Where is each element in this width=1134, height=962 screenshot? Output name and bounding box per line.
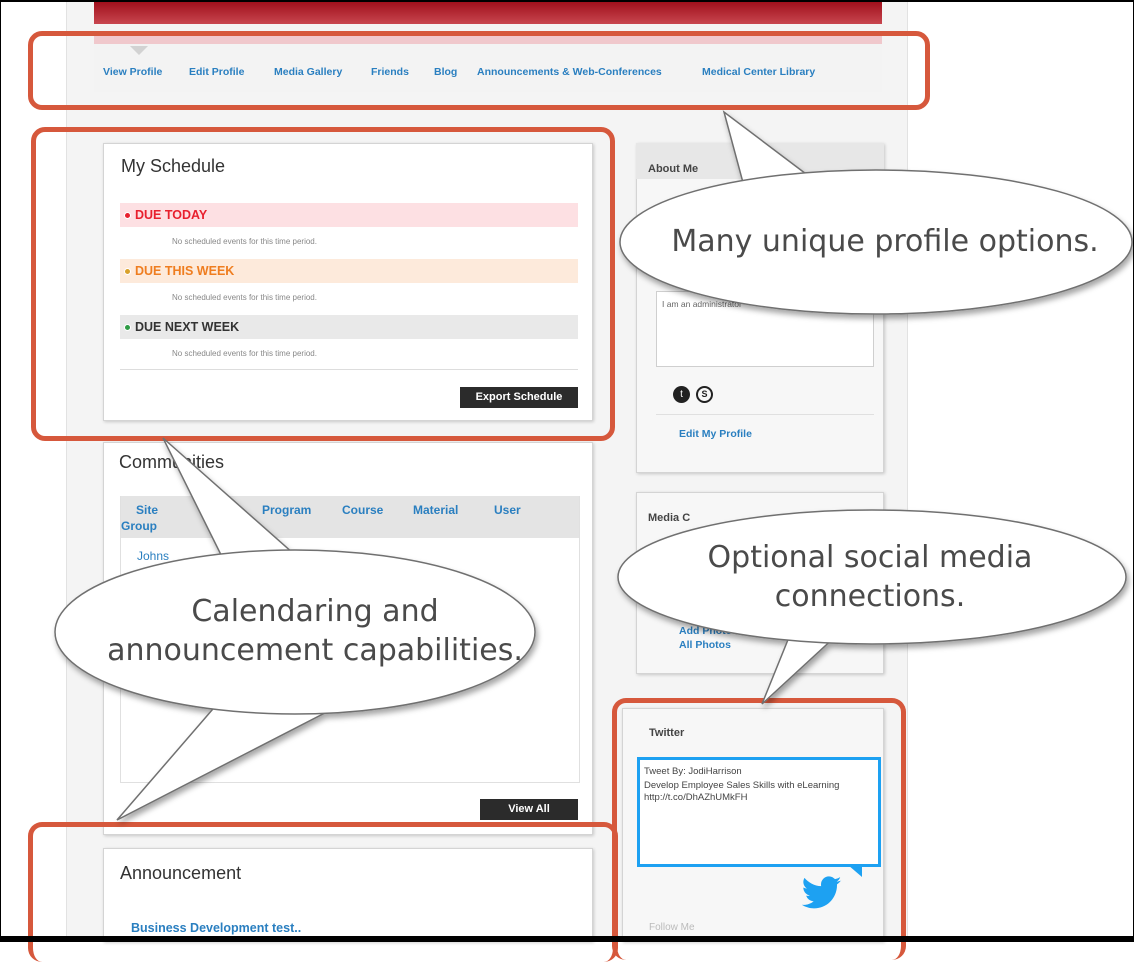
screenshot-frame [0, 0, 1134, 942]
bottom-edge-bar [0, 936, 1134, 942]
